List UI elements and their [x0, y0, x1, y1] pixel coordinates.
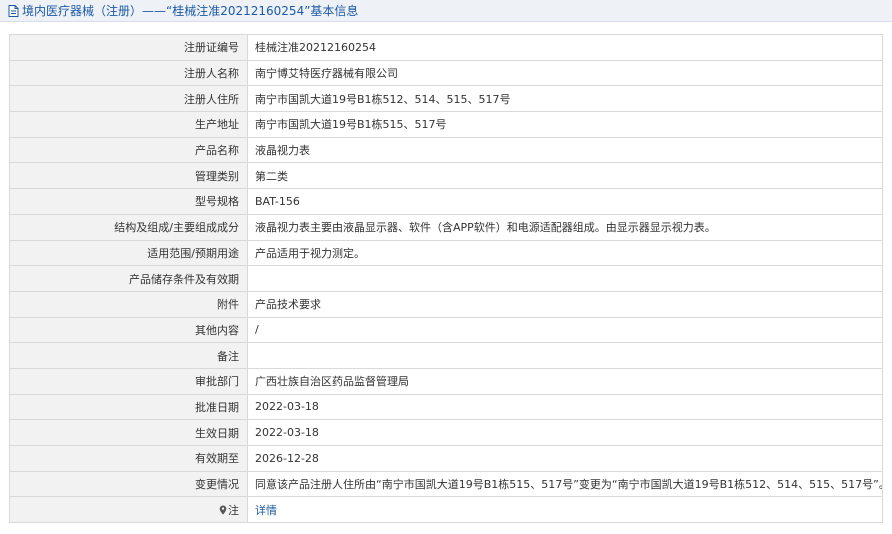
table-row: 其他内容 /: [9, 316, 883, 344]
page-header: 境内医疗器械（注册）——“桂械注准20212160254”基本信息: [0, 0, 892, 22]
row-label: 变更情况: [9, 470, 248, 498]
row-value: 南宁市国凯大道19号B1栋512、514、515、517号: [247, 85, 883, 113]
row-value: [247, 265, 883, 292]
row-value: 产品适用于视力测定。: [247, 239, 883, 267]
row-label: 批准日期: [9, 393, 248, 421]
row-value: 2022-03-18: [247, 393, 883, 421]
note-row: 注 详情: [9, 496, 883, 524]
details-link[interactable]: 详情: [255, 504, 277, 517]
row-label: 生效日期: [9, 419, 248, 446]
row-label: 结构及组成/主要组成成分: [9, 213, 248, 241]
row-value: 广西壮族自治区药品监督管理局: [247, 367, 883, 395]
table-row: 生效日期 2022-03-18: [9, 419, 883, 446]
row-label: 适用范围/预期用途: [9, 239, 248, 267]
row-value: 南宁博艾特医疗器械有限公司: [247, 59, 883, 87]
row-label: 审批部门: [9, 367, 248, 395]
row-label: 注册人名称: [9, 59, 248, 87]
row-value: BAT-156: [247, 188, 883, 215]
row-label: 注册证编号: [9, 34, 248, 61]
table-row: 注册人名称 南宁博艾特医疗器械有限公司: [9, 59, 883, 87]
table-row: 备注: [9, 342, 883, 369]
row-value: 液晶视力表主要由液晶显示器、软件（含APP软件）和电源适配器组成。由显示器显示视…: [247, 213, 883, 241]
info-table: 注册证编号 桂械注准20212160254 注册人名称 南宁博艾特医疗器械有限公司 …: [9, 34, 883, 524]
table-row: 注册证编号 桂械注准20212160254: [9, 34, 883, 61]
row-value: 南宁市国凯大道19号B1栋515、517号: [247, 111, 883, 138]
table-row: 产品名称 液晶视力表: [9, 136, 883, 164]
table-row: 审批部门 广西壮族自治区药品监督管理局: [9, 367, 883, 395]
row-label: 产品名称: [9, 136, 248, 164]
table-row: 结构及组成/主要组成成分 液晶视力表主要由液晶显示器、软件（含APP软件）和电源适…: [9, 213, 883, 241]
table-row: 有效期至 2026-12-28: [9, 445, 883, 472]
table-row: 适用范围/预期用途 产品适用于视力测定。: [9, 239, 883, 267]
row-label: 注册人住所: [9, 85, 248, 113]
page-title: 境内医疗器械（注册）——“桂械注准20212160254”基本信息: [22, 4, 359, 18]
row-label: 附件: [9, 290, 248, 318]
row-value: 产品技术要求: [247, 290, 883, 318]
row-value: 2022-03-18: [247, 419, 883, 446]
row-label: 有效期至: [9, 445, 248, 472]
row-label: 生产地址: [9, 111, 248, 138]
note-label-cell: 注: [9, 496, 248, 524]
row-value: /: [247, 316, 883, 344]
document-icon: [8, 4, 19, 17]
table-row: 生产地址 南宁市国凯大道19号B1栋515、517号: [9, 111, 883, 138]
row-value: 液晶视力表: [247, 136, 883, 164]
table-row: 注册人住所 南宁市国凯大道19号B1栋512、514、515、517号: [9, 85, 883, 113]
table-row: 管理类别 第二类: [9, 162, 883, 190]
row-value: 第二类: [247, 162, 883, 190]
row-value: 同意该产品注册人住所由“南宁市国凯大道19号B1栋515、517号”变更为“南宁…: [247, 470, 883, 498]
table-row: 产品储存条件及有效期: [9, 265, 883, 292]
table-row: 批准日期 2022-03-18: [9, 393, 883, 421]
row-label: 管理类别: [9, 162, 248, 190]
row-value: 2026-12-28: [247, 445, 883, 472]
row-label: 产品储存条件及有效期: [9, 265, 248, 292]
row-value: 桂械注准20212160254: [247, 34, 883, 61]
table-row: 附件 产品技术要求: [9, 290, 883, 318]
table-row: 型号规格 BAT-156: [9, 188, 883, 215]
map-pin-icon: [219, 505, 227, 515]
row-label: 型号规格: [9, 188, 248, 215]
row-label: 备注: [9, 342, 248, 369]
note-value-cell: 详情: [247, 496, 883, 524]
row-label: 其他内容: [9, 316, 248, 344]
table-row: 变更情况 同意该产品注册人住所由“南宁市国凯大道19号B1栋515、517号”变更…: [9, 470, 883, 498]
row-value: [247, 342, 883, 369]
note-label: 注: [228, 503, 239, 517]
